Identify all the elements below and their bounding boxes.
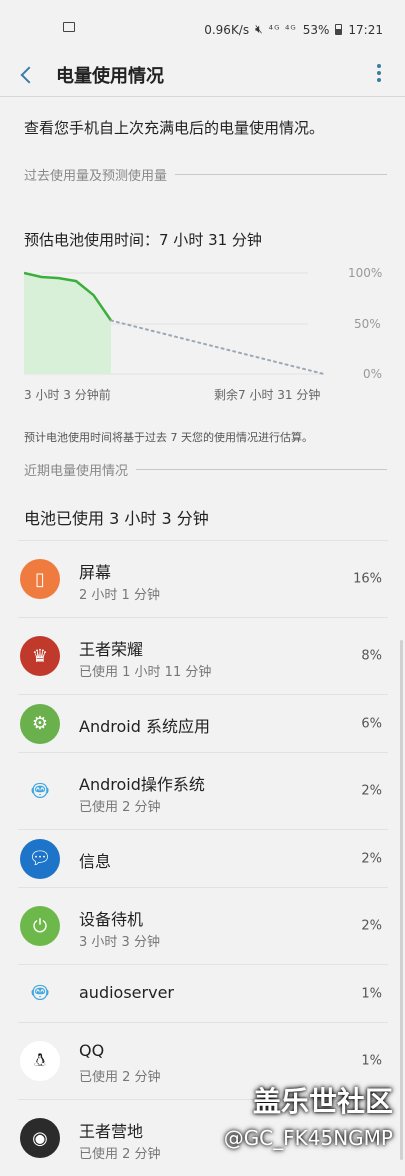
power-icon: ⏻ — [20, 906, 60, 946]
watermark-id: @GC_FK45NGMP — [223, 1126, 393, 1150]
app-usage-percent: 1% — [361, 1053, 382, 1069]
app-name: Android 系统应用 — [79, 717, 210, 736]
estimated-time: 预估电池使用时间：7 小时 31 分钟 — [24, 231, 262, 249]
gear-icon: ⚙ — [20, 703, 60, 744]
battery-icon — [335, 24, 343, 35]
clock: 17:21 — [348, 22, 383, 37]
android-icon: 🤖︎ — [32, 775, 48, 806]
list-item[interactable]: 🤖︎ audioserver 1% — [18, 964, 388, 1022]
android-icon: 🤖︎ — [32, 978, 48, 1008]
intro-text: 查看您手机自上次充满电后的电量使用情况。 — [24, 119, 325, 137]
battery-chart-svg — [23, 271, 325, 375]
game-hero-icon: ♛ — [20, 636, 60, 676]
penguin-icon: 🐧︎ — [20, 1041, 60, 1081]
battery-chart: 100% 50% 0% 3 小时 3 分钟前 剩余7 小时 31 分钟 — [23, 264, 384, 402]
list-item[interactable]: 🤖︎ Android操作系统已使用 2 分钟 2% — [18, 752, 388, 829]
app-usage-percent: 6% — [361, 716, 382, 731]
watermark: 盖乐世社区 @GC_FK45NGMP — [224, 1080, 393, 1150]
y-tick-0: 0% — [363, 367, 383, 381]
app-usage-percent: 2% — [361, 851, 382, 866]
list-item[interactable]: ⏻ 设备待机 3 小时 3 分钟 2% — [18, 887, 388, 964]
app-usage-percent: 1% — [361, 986, 382, 1001]
app-usage-time: 已使用 1 小时 11 分钟 — [79, 665, 212, 680]
app-name: QQ — [79, 1041, 105, 1060]
app-name: audioserver — [79, 983, 174, 1002]
battery-percent: 53% — [302, 22, 330, 37]
app-name: 王者营地 — [79, 1122, 144, 1141]
camp-icon: ◉ — [20, 1118, 60, 1158]
page-title: 电量使用情况 — [56, 66, 164, 87]
image-notification-icon — [63, 22, 75, 32]
app-usage-time: 已使用 2 分钟 — [79, 1147, 161, 1162]
x-label-start: 3 小时 3 分钟前 — [24, 388, 111, 402]
list-item[interactable]: ♛ 王者荣耀已使用 1 小时 11 分钟 8% — [18, 617, 388, 694]
status-bar: 0.96K/s 🔇︎ ⁴ᴳ ⁴ᴳ 53% 17:21 — [0, 0, 405, 56]
header-divider — [0, 96, 405, 97]
app-usage-percent: 2% — [361, 918, 382, 934]
network-speed: 0.96K/s — [204, 22, 250, 37]
app-bar: 电量使用情况 — [0, 56, 405, 96]
app-name: 王者荣耀 — [79, 640, 144, 659]
signal-icon: ⁴ᴳ ⁴ᴳ — [268, 23, 297, 36]
app-usage-percent: 16% — [353, 571, 382, 587]
screen-icon: ▯ — [20, 559, 60, 599]
mute-icon: 🔇︎ — [255, 22, 263, 36]
app-name: 信息 — [79, 852, 112, 871]
used-area — [24, 273, 111, 374]
estimate-note: 预计电池使用时间将基于过去 7 天您的使用情况进行估算。 — [24, 431, 313, 444]
watermark-title: 盖乐世社区 — [252, 1085, 393, 1118]
app-usage-time: 3 小时 3 分钟 — [79, 935, 160, 950]
recent-usage-section-header: 近期电量使用情况 — [24, 460, 387, 479]
battery-used-title: 电池已使用 3 小时 3 分钟 — [24, 509, 209, 528]
app-usage-percent: 2% — [361, 783, 382, 799]
app-name: Android操作系统 — [79, 775, 205, 794]
message-icon: 💬︎ — [20, 838, 60, 879]
list-item[interactable]: ▯ 屏幕 2 小时 1 分钟 16% — [18, 540, 388, 617]
list-item[interactable]: 💬︎ 信息 2% — [18, 829, 388, 887]
status-right: 0.96K/s 🔇︎ ⁴ᴳ ⁴ᴳ 53% 17:21 — [204, 22, 383, 37]
app-name: 屏幕 — [79, 563, 112, 582]
y-tick-100: 100% — [348, 266, 383, 280]
past-usage-section-label: 过去使用量及预测使用量 — [24, 169, 168, 184]
app-usage-time: 2 小时 1 分钟 — [79, 588, 160, 603]
x-label-end: 剩余7 小时 31 分钟 — [214, 388, 321, 402]
app-usage-time: 已使用 2 分钟 — [79, 800, 161, 815]
list-item[interactable]: ⚙ Android 系统应用 6% — [18, 694, 388, 752]
back-arrow-icon[interactable] — [18, 64, 40, 86]
app-name: 设备待机 — [79, 910, 144, 929]
app-usage-time: 已使用 2 分钟 — [79, 1070, 161, 1085]
predicted-usage-line — [110, 319, 325, 375]
past-usage-section-header: 过去使用量及预测使用量 — [24, 165, 387, 184]
recent-usage-section-label: 近期电量使用情况 — [24, 464, 129, 479]
app-usage-percent: 8% — [361, 648, 382, 664]
more-options-icon[interactable] — [377, 64, 383, 84]
y-tick-50: 50% — [354, 317, 381, 331]
scrollbar[interactable] — [400, 640, 403, 1160]
